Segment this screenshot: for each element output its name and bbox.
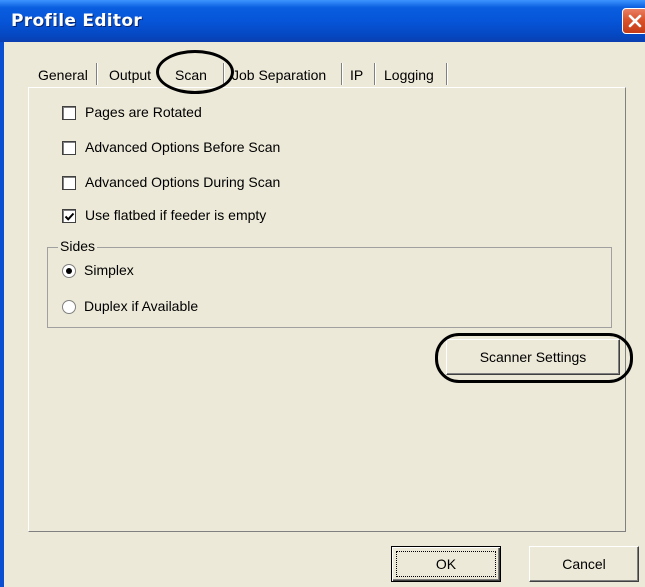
simplex-label: Simplex [84, 262, 134, 278]
tab-ip[interactable]: IP [347, 62, 366, 88]
highlight-ellipse-scanner-settings [435, 333, 633, 383]
radio-dot-icon [66, 268, 72, 274]
sides-legend: Sides [58, 238, 98, 254]
window-frame [0, 42, 4, 587]
close-button[interactable] [622, 8, 645, 34]
tab-separator [96, 63, 98, 85]
advanced-before-label: Advanced Options Before Scan [85, 139, 281, 155]
sides-groupbox [47, 247, 612, 328]
tab-output[interactable]: Output [106, 62, 154, 88]
tab-separator [446, 63, 448, 85]
use-flatbed-checkbox[interactable] [62, 209, 76, 223]
advanced-during-checkbox[interactable] [62, 176, 76, 190]
highlight-ellipse-scan-tab [156, 50, 234, 94]
duplex-radio[interactable] [62, 300, 76, 314]
tab-job-separation[interactable]: Job Separation [229, 62, 329, 88]
duplex-label: Duplex if Available [84, 298, 199, 314]
cancel-button[interactable]: Cancel [529, 546, 639, 582]
pages-rotated-label: Pages are Rotated [85, 104, 202, 120]
tab-general[interactable]: General [35, 62, 91, 88]
title-bar[interactable]: Profile Editor [0, 0, 645, 42]
use-flatbed-label: Use flatbed if feeder is empty [85, 207, 267, 223]
pages-rotated-checkbox[interactable] [62, 106, 76, 120]
advanced-before-checkbox[interactable] [62, 141, 76, 155]
tab-separator [341, 63, 343, 85]
close-icon [628, 14, 642, 28]
tab-logging[interactable]: Logging [381, 62, 437, 88]
advanced-during-label: Advanced Options During Scan [85, 174, 281, 190]
window-title: Profile Editor [11, 11, 143, 31]
tab-separator [374, 63, 376, 85]
simplex-radio[interactable] [62, 264, 76, 278]
ok-button[interactable]: OK [391, 546, 501, 582]
checkmark-icon [64, 212, 75, 221]
focus-rect [396, 551, 496, 577]
profile-editor-window: Profile Editor General Output Scan Job S… [0, 0, 645, 587]
